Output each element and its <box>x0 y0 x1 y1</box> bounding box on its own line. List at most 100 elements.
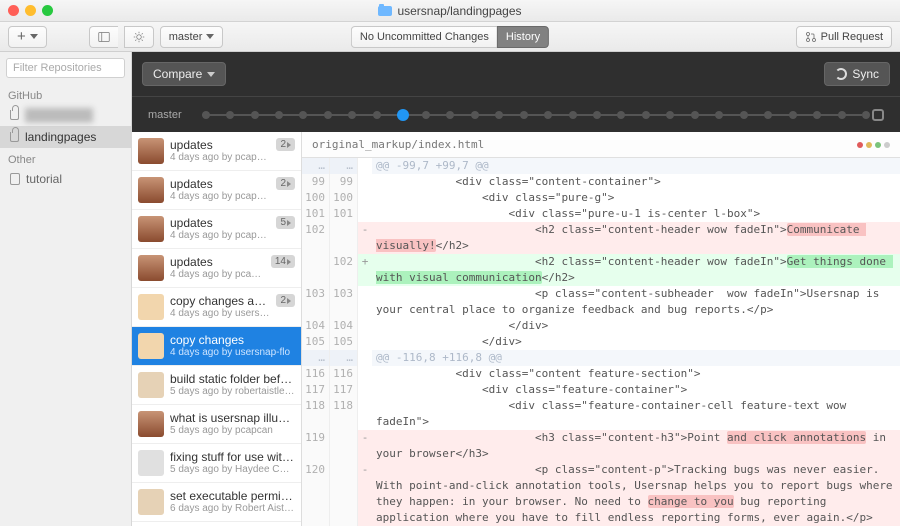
close-icon[interactable] <box>8 5 19 16</box>
timeline-dot[interactable] <box>642 111 650 119</box>
timeline-branch: master <box>148 109 182 121</box>
commit-row[interactable]: set executable permissio…6 days ago by R… <box>132 483 301 522</box>
timeline-dot[interactable] <box>740 111 748 119</box>
sidebar-item[interactable]: ████████ <box>0 104 131 126</box>
timeline-dot[interactable] <box>373 111 381 119</box>
minimize-icon[interactable] <box>25 5 36 16</box>
history-bar: Compare Sync <box>132 52 900 96</box>
timeline-dot[interactable] <box>520 111 528 119</box>
timeline-dot[interactable] <box>666 111 674 119</box>
timeline-dot[interactable] <box>422 111 430 119</box>
status-dot <box>875 142 881 148</box>
settings-button[interactable] <box>124 26 154 48</box>
timeline-dot[interactable] <box>593 111 601 119</box>
timeline-dot[interactable] <box>691 111 699 119</box>
commit-row[interactable]: add hugo scaffold to sta…6 days ago by r… <box>132 522 301 526</box>
sidebar-toggle-button[interactable] <box>89 26 118 48</box>
commit-row[interactable]: updates4 days ago by pcapcan2 <box>132 132 301 171</box>
pull-request-icon <box>805 31 817 43</box>
sync-button[interactable]: Sync <box>824 62 890 86</box>
toolbar: + master No Uncommitted Changes History … <box>0 22 900 52</box>
compare-button[interactable]: Compare <box>142 62 226 86</box>
commit-title: what is usersnap illustration <box>170 411 295 425</box>
commit-row[interactable]: fixing stuff for use with mac5 days ago … <box>132 444 301 483</box>
sidebar-section-header: GitHub <box>0 84 131 104</box>
avatar <box>138 294 164 320</box>
timeline-dot[interactable] <box>813 111 821 119</box>
titlebar: usersnap/landingpages <box>0 0 900 22</box>
status-dot <box>857 142 863 148</box>
diff-line: 119- <h3 class="content-h3">Point and cl… <box>302 430 900 462</box>
commit-row[interactable]: copy changes again :)4 days ago by users… <box>132 288 301 327</box>
diff-line: 104104 </div> <box>302 318 900 334</box>
timeline-dot[interactable] <box>446 111 454 119</box>
avatar <box>138 450 164 476</box>
commit-row[interactable]: copy changes4 days ago by usersnap-flo <box>132 327 301 366</box>
file-header[interactable]: original_markup/index.html <box>302 132 900 158</box>
commit-list[interactable]: updates4 days ago by pcapcan2updates4 da… <box>132 132 302 526</box>
window-title-text: usersnap/landingpages <box>397 4 521 18</box>
add-button[interactable]: + <box>8 26 47 48</box>
branch-picker[interactable]: master <box>160 26 224 48</box>
commit-meta: 5 days ago by robertaistleitner <box>170 386 295 397</box>
diff-line: ……@@ -116,8 +116,8 @@ <box>302 350 900 366</box>
sync-icon <box>835 68 847 80</box>
zoom-icon[interactable] <box>42 5 53 16</box>
avatar <box>138 372 164 398</box>
diff-line: 103103 <p class="content-subheader wow f… <box>302 286 900 318</box>
lock-icon <box>10 110 19 120</box>
sidebar-item[interactable]: landingpages <box>0 126 131 148</box>
filter-input[interactable]: Filter Repositories <box>6 58 125 78</box>
commit-row[interactable]: build static folder before starti…5 days… <box>132 366 301 405</box>
diff-line: 120- <p class="content-p">Tracking bugs … <box>302 462 900 526</box>
timeline-end-icon[interactable] <box>872 109 884 121</box>
diff-line: 118118 <div class="feature-container-cel… <box>302 398 900 430</box>
commit-row[interactable]: updates4 days ago by pcapcan14 <box>132 249 301 288</box>
timeline-dot[interactable] <box>789 111 797 119</box>
timeline-dot[interactable] <box>862 111 870 119</box>
branch-name: master <box>169 31 203 43</box>
diff-line: 102+ <h2 class="content-header wow fadeI… <box>302 254 900 286</box>
timeline[interactable]: master <box>132 96 900 132</box>
commit-row[interactable]: updates4 days ago by pcapcan5 <box>132 210 301 249</box>
timeline-dot[interactable] <box>226 111 234 119</box>
commit-meta: 4 days ago by pcapcan <box>170 269 265 280</box>
sidebar-item[interactable]: tutorial <box>0 168 131 190</box>
window-title: usersnap/landingpages <box>378 4 521 18</box>
tab-uncommitted[interactable]: No Uncommitted Changes <box>351 26 497 48</box>
diff-line: ……@@ -99,7 +99,7 @@ <box>302 158 900 174</box>
tab-history[interactable]: History <box>497 26 549 48</box>
commit-badge: 2 <box>276 138 295 151</box>
timeline-dot[interactable] <box>715 111 723 119</box>
sidebar-item-label: landingpages <box>25 130 96 144</box>
gear-icon <box>133 31 145 43</box>
diff-body[interactable]: ……@@ -99,7 +99,7 @@9999 <div class="cont… <box>302 158 900 526</box>
commit-badge: 14 <box>271 255 295 268</box>
timeline-dot[interactable] <box>569 111 577 119</box>
timeline-dot[interactable] <box>299 111 307 119</box>
commit-title: copy changes again :) <box>170 294 270 308</box>
timeline-dot[interactable] <box>764 111 772 119</box>
timeline-dot[interactable] <box>617 111 625 119</box>
timeline-dot[interactable] <box>397 109 409 121</box>
avatar <box>138 411 164 437</box>
avatar <box>138 489 164 515</box>
timeline-dot[interactable] <box>324 111 332 119</box>
timeline-dot[interactable] <box>471 111 479 119</box>
avatar <box>138 177 164 203</box>
timeline-dot[interactable] <box>838 111 846 119</box>
commit-meta: 4 days ago by pcapcan <box>170 191 270 202</box>
timeline-dot[interactable] <box>202 111 210 119</box>
commit-row[interactable]: what is usersnap illustration5 days ago … <box>132 405 301 444</box>
timeline-dot[interactable] <box>348 111 356 119</box>
repo-sidebar: Filter Repositories GitHub████████ landin… <box>0 52 132 526</box>
commit-row[interactable]: updates4 days ago by pcapcan2 <box>132 171 301 210</box>
timeline-track[interactable] <box>202 114 862 116</box>
timeline-dot[interactable] <box>251 111 259 119</box>
timeline-dot[interactable] <box>275 111 283 119</box>
commit-meta: 5 days ago by Haydee Capco <box>170 464 295 475</box>
timeline-dot[interactable] <box>495 111 503 119</box>
window-controls[interactable] <box>8 5 53 16</box>
pull-request-button[interactable]: Pull Request <box>796 26 892 48</box>
timeline-dot[interactable] <box>544 111 552 119</box>
